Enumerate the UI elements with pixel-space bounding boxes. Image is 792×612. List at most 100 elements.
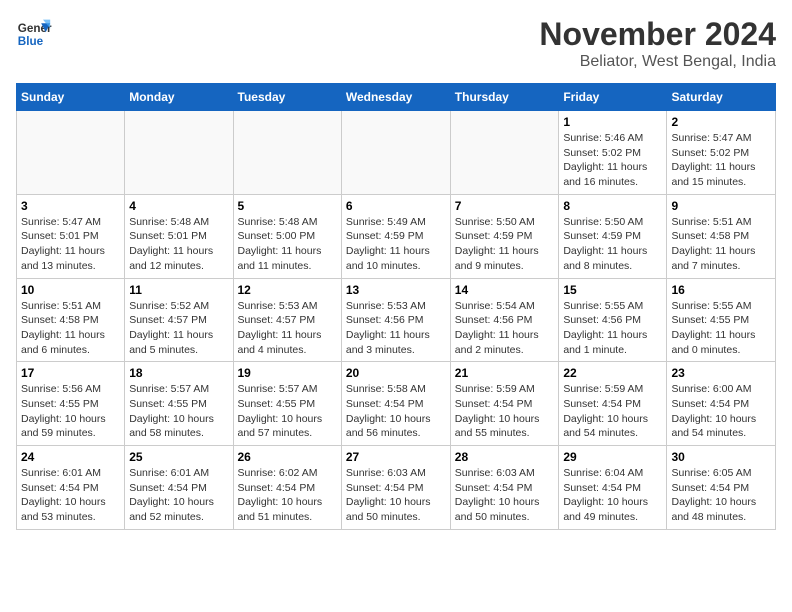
calendar-cell: 21 Sunrise: 5:59 AM Sunset: 4:54 PM Dayli…	[450, 362, 559, 446]
day-number: 28	[455, 450, 555, 464]
day-info: Sunrise: 6:02 AM Sunset: 4:54 PM Dayligh…	[238, 466, 337, 525]
day-number: 26	[238, 450, 337, 464]
day-number: 5	[238, 199, 337, 213]
day-info: Sunrise: 5:51 AM Sunset: 4:58 PM Dayligh…	[21, 299, 120, 358]
day-info: Sunrise: 5:58 AM Sunset: 4:54 PM Dayligh…	[346, 382, 446, 441]
calendar-cell	[17, 111, 125, 195]
day-number: 3	[21, 199, 120, 213]
day-number: 8	[563, 199, 662, 213]
month-year-title: November 2024	[539, 16, 776, 53]
day-info: Sunrise: 5:55 AM Sunset: 4:56 PM Dayligh…	[563, 299, 662, 358]
calendar-cell: 27Sunrise: 6:03 AM Sunset: 4:54 PM Dayli…	[341, 446, 450, 530]
day-info: Sunrise: 6:01 AM Sunset: 4:54 PM Dayligh…	[129, 466, 228, 525]
calendar-cell: 6 Sunrise: 5:49 AM Sunset: 4:59 PM Daylig…	[341, 194, 450, 278]
calendar-cell: 7Sunrise: 5:50 AM Sunset: 4:59 PM Daylig…	[450, 194, 559, 278]
day-info: Sunrise: 6:03 AM Sunset: 4:54 PM Dayligh…	[455, 466, 555, 525]
calendar-cell: 15Sunrise: 5:55 AM Sunset: 4:56 PM Dayli…	[559, 278, 667, 362]
calendar-table: SundayMondayTuesdayWednesdayThursdayFrid…	[16, 83, 776, 530]
calendar-week-row: 17Sunrise: 5:56 AM Sunset: 4:55 PM Dayli…	[17, 362, 776, 446]
calendar-cell: 9 Sunrise: 5:51 AM Sunset: 4:58 PM Daylig…	[667, 194, 776, 278]
day-info: Sunrise: 5:59 AM Sunset: 4:54 PM Dayligh…	[563, 382, 662, 441]
day-info: Sunrise: 5:56 AM Sunset: 4:55 PM Dayligh…	[21, 382, 120, 441]
calendar-week-row: 1Sunrise: 5:46 AM Sunset: 5:02 PM Daylig…	[17, 111, 776, 195]
calendar-cell: 1Sunrise: 5:46 AM Sunset: 5:02 PM Daylig…	[559, 111, 667, 195]
calendar-cell	[341, 111, 450, 195]
day-info: Sunrise: 5:57 AM Sunset: 4:55 PM Dayligh…	[129, 382, 228, 441]
calendar-week-row: 24 Sunrise: 6:01 AM Sunset: 4:54 PM Dayli…	[17, 446, 776, 530]
calendar-cell: 24 Sunrise: 6:01 AM Sunset: 4:54 PM Dayli…	[17, 446, 125, 530]
day-number: 23	[671, 366, 771, 380]
calendar-cell	[233, 111, 341, 195]
calendar-header-row: SundayMondayTuesdayWednesdayThursdayFrid…	[17, 84, 776, 111]
calendar-week-row: 10Sunrise: 5:51 AM Sunset: 4:58 PM Dayli…	[17, 278, 776, 362]
day-number: 24	[21, 450, 120, 464]
calendar-cell: 12 Sunrise: 5:53 AM Sunset: 4:57 PM Dayli…	[233, 278, 341, 362]
day-number: 22	[563, 366, 662, 380]
day-info: Sunrise: 5:48 AM Sunset: 5:01 PM Dayligh…	[129, 215, 228, 274]
day-number: 2	[671, 115, 771, 129]
day-info: Sunrise: 5:49 AM Sunset: 4:59 PM Dayligh…	[346, 215, 446, 274]
day-info: Sunrise: 6:04 AM Sunset: 4:54 PM Dayligh…	[563, 466, 662, 525]
day-number: 21	[455, 366, 555, 380]
calendar-cell: 25 Sunrise: 6:01 AM Sunset: 4:54 PM Dayli…	[125, 446, 233, 530]
day-number: 27	[346, 450, 446, 464]
day-number: 19	[238, 366, 337, 380]
day-number: 6	[346, 199, 446, 213]
calendar-week-row: 3 Sunrise: 5:47 AM Sunset: 5:01 PM Daylig…	[17, 194, 776, 278]
calendar-cell	[125, 111, 233, 195]
day-info: Sunrise: 5:47 AM Sunset: 5:01 PM Dayligh…	[21, 215, 120, 274]
day-info: Sunrise: 5:53 AM Sunset: 4:57 PM Dayligh…	[238, 299, 337, 358]
calendar-cell: 17Sunrise: 5:56 AM Sunset: 4:55 PM Dayli…	[17, 362, 125, 446]
calendar-cell: 23 Sunrise: 6:00 AM Sunset: 4:54 PM Dayli…	[667, 362, 776, 446]
day-number: 29	[563, 450, 662, 464]
calendar-cell: 30Sunrise: 6:05 AM Sunset: 4:54 PM Dayli…	[667, 446, 776, 530]
calendar-cell: 10Sunrise: 5:51 AM Sunset: 4:58 PM Dayli…	[17, 278, 125, 362]
calendar-cell: 4 Sunrise: 5:48 AM Sunset: 5:01 PM Daylig…	[125, 194, 233, 278]
weekday-header-friday: Friday	[559, 84, 667, 111]
day-info: Sunrise: 5:59 AM Sunset: 4:54 PM Dayligh…	[455, 382, 555, 441]
calendar-cell: 28 Sunrise: 6:03 AM Sunset: 4:54 PM Dayli…	[450, 446, 559, 530]
weekday-header-sunday: Sunday	[17, 84, 125, 111]
day-info: Sunrise: 5:52 AM Sunset: 4:57 PM Dayligh…	[129, 299, 228, 358]
calendar-cell	[450, 111, 559, 195]
day-number: 12	[238, 283, 337, 297]
weekday-header-thursday: Thursday	[450, 84, 559, 111]
day-number: 13	[346, 283, 446, 297]
logo: General Blue	[16, 16, 52, 52]
calendar-cell: 22 Sunrise: 5:59 AM Sunset: 4:54 PM Dayli…	[559, 362, 667, 446]
calendar-cell: 26 Sunrise: 6:02 AM Sunset: 4:54 PM Dayli…	[233, 446, 341, 530]
day-number: 9	[671, 199, 771, 213]
day-info: Sunrise: 5:51 AM Sunset: 4:58 PM Dayligh…	[671, 215, 771, 274]
svg-text:Blue: Blue	[18, 35, 44, 48]
day-info: Sunrise: 5:55 AM Sunset: 4:55 PM Dayligh…	[671, 299, 771, 358]
day-number: 16	[671, 283, 771, 297]
calendar-cell: 13 Sunrise: 5:53 AM Sunset: 4:56 PM Dayli…	[341, 278, 450, 362]
calendar-cell: 11 Sunrise: 5:52 AM Sunset: 4:57 PM Dayli…	[125, 278, 233, 362]
day-info: Sunrise: 6:01 AM Sunset: 4:54 PM Dayligh…	[21, 466, 120, 525]
weekday-header-monday: Monday	[125, 84, 233, 111]
weekday-header-wednesday: Wednesday	[341, 84, 450, 111]
calendar-cell: 5Sunrise: 5:48 AM Sunset: 5:00 PM Daylig…	[233, 194, 341, 278]
day-info: Sunrise: 5:53 AM Sunset: 4:56 PM Dayligh…	[346, 299, 446, 358]
day-info: Sunrise: 6:00 AM Sunset: 4:54 PM Dayligh…	[671, 382, 771, 441]
day-number: 14	[455, 283, 555, 297]
calendar-cell: 20Sunrise: 5:58 AM Sunset: 4:54 PM Dayli…	[341, 362, 450, 446]
calendar-cell: 16 Sunrise: 5:55 AM Sunset: 4:55 PM Dayli…	[667, 278, 776, 362]
day-info: Sunrise: 5:47 AM Sunset: 5:02 PM Dayligh…	[671, 131, 771, 190]
day-number: 11	[129, 283, 228, 297]
calendar-cell: 14 Sunrise: 5:54 AM Sunset: 4:56 PM Dayli…	[450, 278, 559, 362]
calendar-cell: 2 Sunrise: 5:47 AM Sunset: 5:02 PM Daylig…	[667, 111, 776, 195]
location-subtitle: Beliator, West Bengal, India	[539, 53, 776, 71]
day-info: Sunrise: 5:57 AM Sunset: 4:55 PM Dayligh…	[238, 382, 337, 441]
day-number: 25	[129, 450, 228, 464]
day-info: Sunrise: 5:54 AM Sunset: 4:56 PM Dayligh…	[455, 299, 555, 358]
weekday-header-tuesday: Tuesday	[233, 84, 341, 111]
day-number: 7	[455, 199, 555, 213]
title-section: November 2024 Beliator, West Bengal, Ind…	[539, 16, 776, 71]
day-info: Sunrise: 5:46 AM Sunset: 5:02 PM Dayligh…	[563, 131, 662, 190]
calendar-cell: 19 Sunrise: 5:57 AM Sunset: 4:55 PM Dayli…	[233, 362, 341, 446]
day-info: Sunrise: 6:05 AM Sunset: 4:54 PM Dayligh…	[671, 466, 771, 525]
calendar-cell: 29 Sunrise: 6:04 AM Sunset: 4:54 PM Dayli…	[559, 446, 667, 530]
calendar-cell: 8Sunrise: 5:50 AM Sunset: 4:59 PM Daylig…	[559, 194, 667, 278]
day-number: 4	[129, 199, 228, 213]
